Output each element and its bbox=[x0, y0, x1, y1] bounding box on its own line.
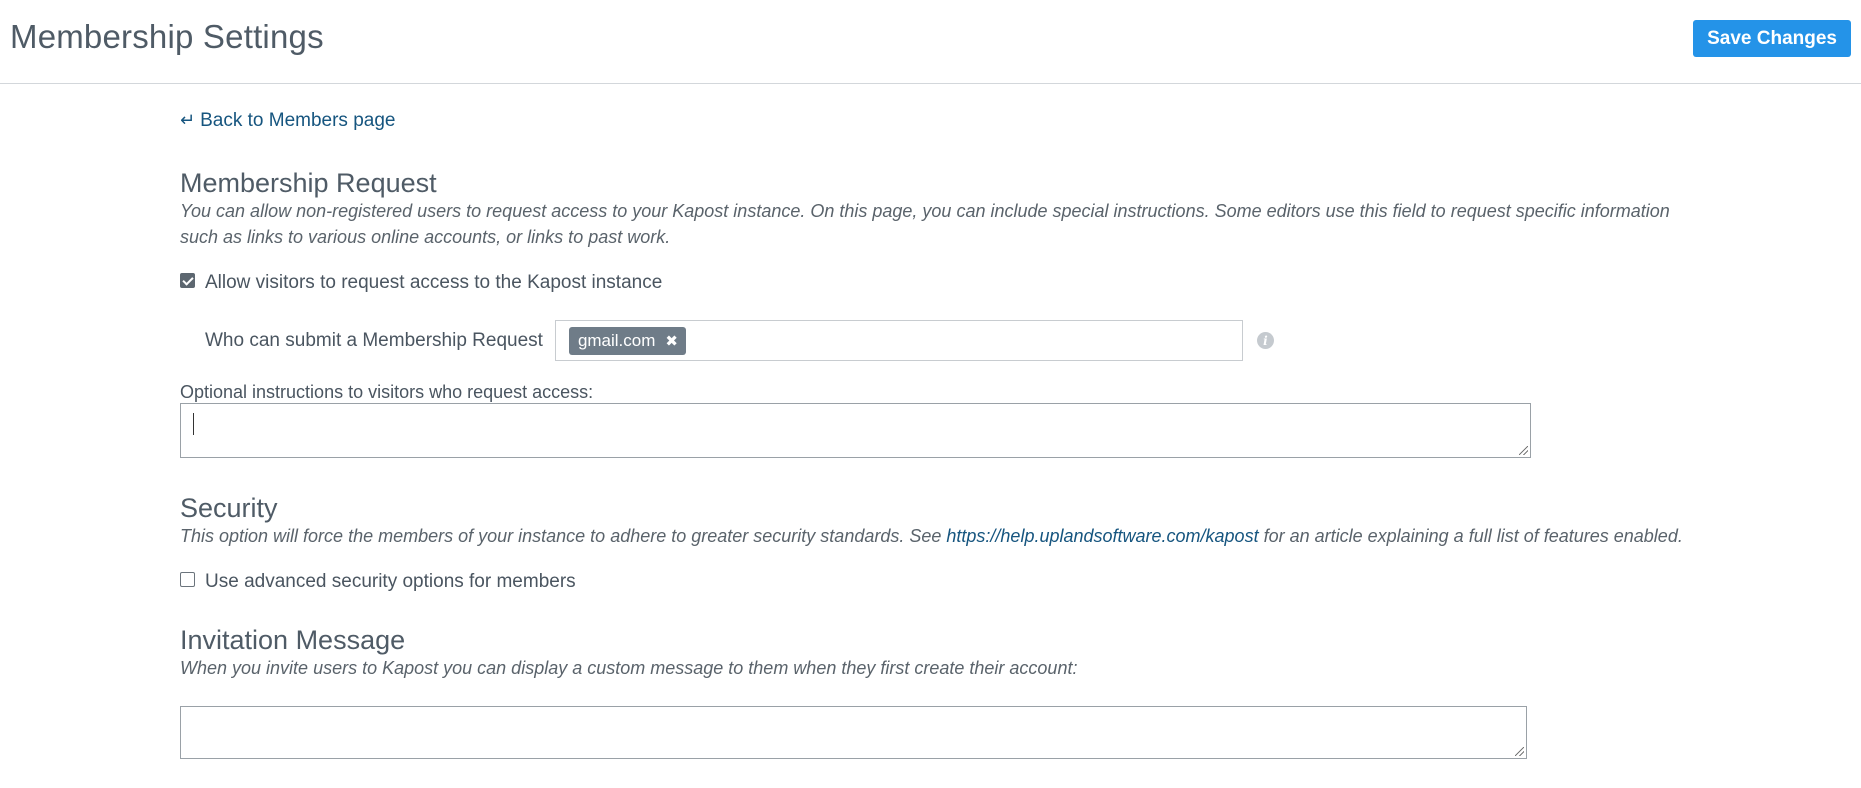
text-caret bbox=[193, 413, 194, 435]
security-description: This option will force the members of yo… bbox=[180, 523, 1690, 549]
help-article-link[interactable]: https://help.uplandsoftware.com/kapost bbox=[946, 526, 1258, 546]
return-arrow-icon: ↵ bbox=[180, 110, 196, 130]
who-can-submit-label: Who can submit a Membership Request bbox=[205, 329, 543, 351]
invitation-description: When you invite users to Kapost you can … bbox=[180, 658, 1078, 678]
top-bar: Membership Settings Save Changes bbox=[0, 0, 1861, 84]
instructions-textarea[interactable] bbox=[180, 403, 1531, 458]
invitation-title: Invitation Message bbox=[180, 625, 406, 655]
allow-requests-row[interactable]: Allow visitors to request access to the … bbox=[180, 272, 662, 294]
who-can-submit-row: Who can submit a Membership Request gmai… bbox=[205, 320, 1274, 361]
resize-grip-icon[interactable] bbox=[1515, 747, 1524, 756]
advanced-security-row[interactable]: Use advanced security options for member… bbox=[180, 571, 576, 593]
advanced-security-label: Use advanced security options for member… bbox=[205, 571, 576, 592]
membership-request-description: You can allow non-registered users to re… bbox=[180, 201, 1670, 247]
allow-requests-label: Allow visitors to request access to the … bbox=[205, 272, 663, 293]
domain-tag-input[interactable]: gmail.com ✖ bbox=[554, 320, 1243, 361]
instructions-label: Optional instructions to visitors who re… bbox=[180, 382, 594, 402]
info-icon[interactable]: i bbox=[1256, 332, 1274, 349]
save-changes-button[interactable]: Save Changes bbox=[1693, 20, 1851, 57]
domain-tag-label: gmail.com bbox=[577, 330, 656, 350]
security-description-suffix: for an article explaining a full list of… bbox=[1258, 526, 1683, 546]
membership-request-title: Membership Request bbox=[180, 168, 437, 198]
advanced-security-checkbox[interactable] bbox=[180, 571, 195, 587]
back-to-members-link[interactable]: ↵ Back to Members page bbox=[180, 110, 395, 132]
back-link-label: Back to Members page bbox=[200, 110, 396, 131]
security-description-prefix: This option will force the members of yo… bbox=[180, 526, 947, 546]
allow-requests-checkbox[interactable] bbox=[180, 272, 195, 288]
page-title: Membership Settings bbox=[10, 18, 324, 55]
security-title: Security bbox=[180, 493, 278, 523]
invitation-textarea[interactable] bbox=[180, 706, 1527, 759]
domain-tag: gmail.com ✖ bbox=[568, 326, 686, 355]
remove-tag-icon[interactable]: ✖ bbox=[665, 332, 678, 350]
resize-grip-icon[interactable] bbox=[1519, 446, 1528, 455]
